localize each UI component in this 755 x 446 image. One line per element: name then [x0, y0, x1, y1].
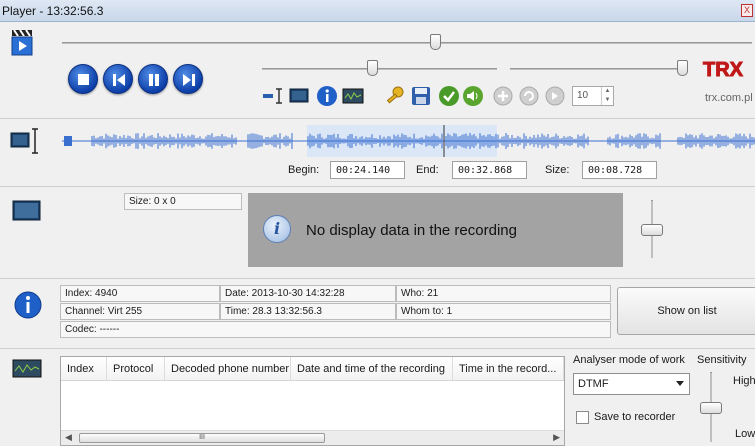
mode-value: DTMF — [578, 378, 609, 390]
mode-select[interactable]: DTMF — [573, 373, 690, 395]
size-field[interactable]: 00:08.728 — [582, 161, 657, 179]
spin-arrows-icon[interactable]: ▲ ▼ — [601, 87, 613, 105]
cursor-marker-icon[interactable] — [262, 85, 284, 107]
stop-button[interactable] — [68, 64, 98, 94]
previous-button[interactable] — [103, 64, 133, 94]
skip-back-icon — [113, 74, 125, 86]
analyser-table[interactable]: Index Protocol Decoded phone number Date… — [60, 356, 565, 446]
high-label: High — [733, 375, 755, 387]
show-on-list-button[interactable]: Show on list — [617, 287, 755, 335]
save-to-recorder-checkbox[interactable] — [576, 411, 589, 424]
column-time-in-record[interactable]: Time in the record... — [453, 357, 564, 381]
analyser-icon[interactable] — [342, 85, 364, 107]
info-icon: i — [263, 215, 291, 243]
info-icon[interactable] — [316, 85, 338, 107]
brand-url: trx.com.pl — [705, 92, 753, 104]
title-bar: Player - 13:32:56.3 X — [0, 0, 755, 22]
column-protocol[interactable]: Protocol — [107, 357, 165, 381]
display-message: No display data in the recording — [306, 222, 517, 239]
clapperboard-icon — [11, 29, 33, 56]
balance-slider-thumb[interactable] — [677, 60, 688, 76]
position-slider-track[interactable] — [62, 42, 752, 44]
display-screen-icon — [12, 200, 41, 221]
end-field[interactable]: 00:32.868 — [452, 161, 527, 179]
display-panel: i No display data in the recording — [248, 193, 623, 267]
speaker-icon[interactable] — [462, 85, 484, 107]
loop-icon[interactable] — [518, 85, 540, 107]
step-icon[interactable] — [544, 85, 566, 107]
volume-slider-track[interactable] — [262, 68, 497, 70]
info-time: Time: 28.3 13:32:56.3 — [220, 303, 396, 320]
mode-label: Analyser mode of work — [573, 354, 685, 366]
pause-button[interactable] — [138, 64, 168, 94]
begin-field[interactable]: 00:24.140 — [330, 161, 405, 179]
stop-icon — [78, 74, 89, 85]
key-icon[interactable] — [384, 85, 406, 107]
next-button[interactable] — [173, 64, 203, 94]
scroll-right-icon[interactable]: ▶ — [553, 432, 560, 443]
info-date: Date: 2013-10-30 14:32:28 — [220, 285, 396, 302]
display-slider-thumb[interactable] — [641, 224, 663, 236]
position-slider-thumb[interactable] — [430, 34, 441, 50]
display-size: Size: 0 x 0 — [124, 193, 242, 210]
add-icon[interactable] — [492, 85, 514, 107]
column-date-time[interactable]: Date and time of the recording — [291, 357, 453, 381]
info-index: Index: 4940 — [60, 285, 220, 302]
begin-label: Begin: — [288, 164, 320, 176]
waveform-section: Begin: 00:24.140 End: 00:32.868 Size: 00… — [0, 118, 755, 186]
info-whom: Whom to: 1 — [396, 303, 611, 320]
pause-icon — [149, 74, 159, 86]
balance-slider-track[interactable] — [510, 68, 688, 70]
scroll-left-icon[interactable]: ◀ — [65, 432, 72, 443]
info-channel: Channel: Virt 255 — [60, 303, 220, 320]
close-icon[interactable]: X — [741, 4, 753, 17]
trx-logo-text: TRX — [703, 59, 744, 81]
column-decoded-number[interactable]: Decoded phone number — [165, 357, 291, 381]
save-to-recorder-label: Save to recorder — [594, 411, 676, 423]
sensitivity-slider-thumb[interactable] — [700, 402, 722, 414]
save-icon[interactable] — [410, 85, 432, 107]
trx-logo-icon: TRX — [703, 59, 745, 82]
size-label: Size: — [545, 164, 570, 176]
skip-forward-icon — [183, 74, 195, 86]
info-who: Who: 21 — [396, 285, 611, 302]
low-label: Low — [735, 428, 755, 440]
horizontal-scrollbar[interactable]: ◀ III ▶ — [61, 430, 564, 445]
volume-slider-thumb[interactable] — [367, 60, 378, 76]
analyser-screen-icon — [12, 359, 42, 378]
scroll-thumb[interactable]: III — [79, 433, 325, 443]
window-title: Player - 13:32:56.3 — [2, 4, 104, 18]
monitor-icon[interactable] — [288, 85, 310, 107]
speed-spinbox[interactable]: 10 ▲ ▼ — [572, 86, 614, 106]
speed-value: 10 — [577, 90, 589, 101]
column-index[interactable]: Index — [61, 357, 107, 381]
start-marker[interactable] — [64, 136, 72, 146]
player-section: 10 ▲ ▼ TRX trx.com.pl — [0, 22, 755, 118]
sensitivity-label: Sensitivity — [697, 354, 747, 366]
waveform-tool-icon — [10, 128, 38, 154]
waveform-display[interactable] — [62, 125, 755, 157]
chevron-down-icon — [676, 381, 684, 386]
end-label: End: — [416, 164, 439, 176]
check-icon[interactable] — [438, 85, 460, 107]
info-codec: Codec: ------ — [60, 321, 611, 338]
info-circle-icon — [14, 291, 42, 319]
